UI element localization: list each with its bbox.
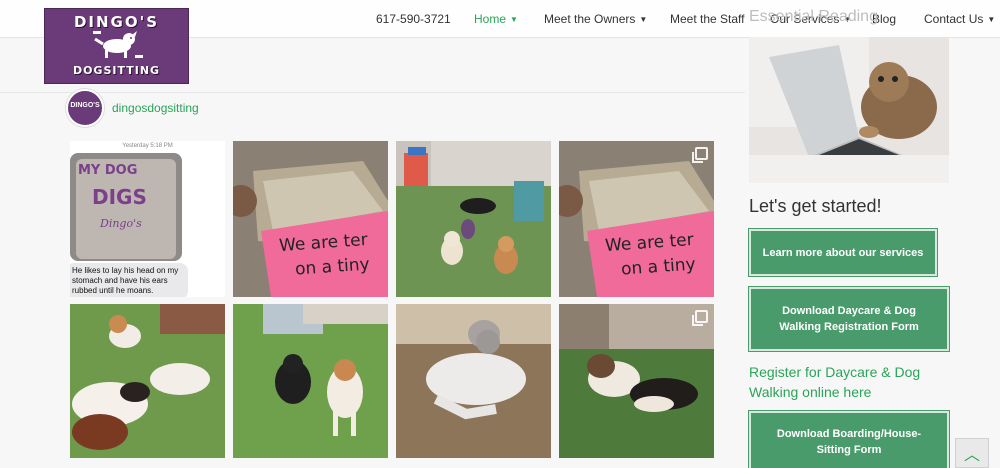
post-photo: [396, 141, 551, 297]
puppy-laptop-image: [749, 37, 949, 183]
sidebar-heading: Let's get started!: [749, 196, 882, 216]
learn-more-services-button[interactable]: Learn more about our services: [748, 228, 938, 277]
avatar-text: DINGO'S: [70, 102, 100, 109]
multiple-photos-icon: [692, 310, 708, 326]
multiple-photos-icon: [692, 147, 708, 163]
post-photo: [70, 304, 225, 458]
nav-meet-the-staff[interactable]: Meet the Staff: [670, 12, 745, 26]
instagram-post-2[interactable]: We are ter on a tiny: [233, 141, 388, 297]
chevron-down-icon: ▼: [639, 15, 648, 24]
site-logo[interactable]: DINGO'S DOGSITTING: [44, 8, 189, 84]
nav-home[interactable]: Home ▼: [474, 12, 518, 26]
nav-home-label: Home: [474, 12, 507, 26]
dog-logo-icon: [93, 31, 143, 58]
instagram-post-6[interactable]: [233, 304, 388, 458]
instagram-post-3[interactable]: [396, 141, 551, 297]
sidebar-faded-heading: Essential Reading: [749, 8, 878, 25]
feed-divider: [0, 92, 745, 93]
message-bubble: He likes to lay his head on my stomach a…: [70, 263, 188, 297]
nav-owners-label: Meet the Owners: [544, 12, 636, 26]
shirt-text-line-1: MY DOG: [78, 163, 138, 178]
logo-bottom-text: DOGSITTING: [72, 64, 161, 77]
instagram-post-8[interactable]: [559, 304, 714, 458]
phone-link[interactable]: 617-590-3721: [376, 12, 451, 26]
message-timestamp: Yesterday 5:18 PM: [122, 143, 173, 149]
download-boarding-form-button[interactable]: Download Boarding/House-Sitting Form: [748, 410, 950, 468]
post-photo: [396, 304, 551, 458]
nav-contact-us[interactable]: Contact Us ▼: [924, 12, 995, 26]
instagram-avatar[interactable]: DINGO'S: [66, 89, 104, 127]
instagram-post-7[interactable]: [396, 304, 551, 458]
instagram-username[interactable]: dingosdogsitting: [112, 101, 199, 115]
chevron-down-icon: ▼: [987, 15, 996, 24]
shirt-text-line-3: Dingo's: [100, 217, 142, 230]
download-daycare-form-button[interactable]: Download Daycare & Dog Walking Registrat…: [748, 286, 950, 352]
chevron-down-icon: ▼: [510, 15, 518, 24]
puppy-laptop-photo: [749, 37, 949, 183]
post-photo: [233, 304, 388, 458]
post-photo: [559, 304, 714, 458]
scroll-to-top-button[interactable]: ︿: [955, 438, 989, 468]
shirt-text-line-2: DIGS: [92, 185, 147, 209]
nav-meet-the-owners[interactable]: Meet the Owners ▼: [544, 12, 647, 26]
instagram-post-4[interactable]: We are ter on a tiny: [559, 141, 714, 297]
register-online-link[interactable]: Register for Daycare & Dog Walking onlin…: [749, 362, 949, 402]
shirt-photo: MY DOG DIGS Dingo's: [70, 153, 182, 261]
instagram-post-1[interactable]: Yesterday 5:18 PM MY DOG DIGS Dingo's He…: [70, 141, 225, 297]
nav-contact-label: Contact Us: [924, 12, 984, 26]
chevron-up-icon: ︿: [963, 447, 980, 464]
instagram-post-5[interactable]: [70, 304, 225, 458]
